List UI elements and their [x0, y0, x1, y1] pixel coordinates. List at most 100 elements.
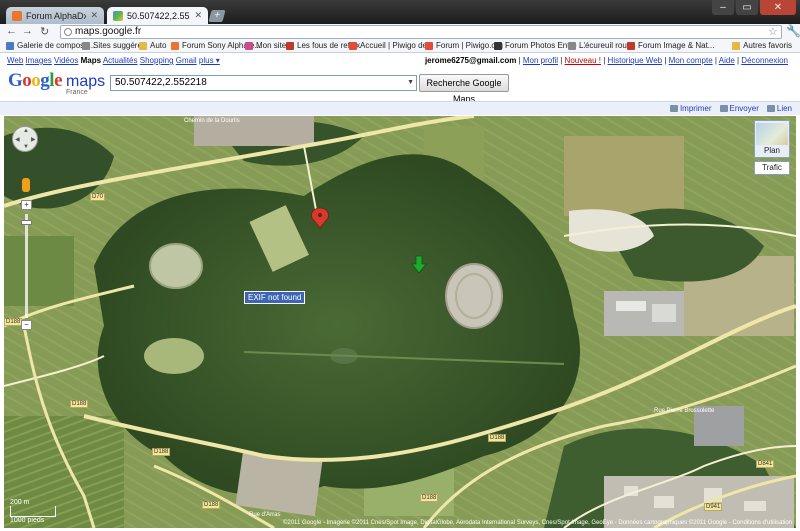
- zoom-track[interactable]: [25, 214, 28, 318]
- road-label: D188: [70, 400, 89, 408]
- nav-more[interactable]: plus ▾: [199, 56, 220, 65]
- close-window-button[interactable]: ✕: [760, 0, 796, 15]
- bookmark-item[interactable]: Mon site: [245, 41, 286, 50]
- bookmark-item[interactable]: Accueil | Piwigo de...: [349, 41, 434, 50]
- scale-bar: 200 m 1000 pieds: [10, 499, 56, 524]
- bookmark-item[interactable]: Sites suggérés: [82, 41, 146, 50]
- bookmark-item[interactable]: L'écureuil roux: [568, 41, 631, 50]
- google-maps-logo[interactable]: Google maps: [8, 70, 105, 92]
- page-icon: [245, 41, 253, 50]
- account-link[interactable]: Mon compte: [669, 56, 713, 65]
- bookmark-item[interactable]: Forum Image & Nat...: [627, 41, 714, 50]
- print-icon: [669, 105, 678, 113]
- new-link[interactable]: Nouveau !: [565, 56, 601, 65]
- pan-down-icon[interactable]: ▼: [23, 144, 29, 150]
- pan-right-icon[interactable]: ▶: [31, 136, 36, 143]
- zoom-control: + −: [21, 200, 32, 330]
- url-text: maps.google.fr: [75, 26, 142, 37]
- page-icon: [349, 41, 357, 50]
- logo-letter: g: [40, 70, 50, 91]
- page-icon: [627, 41, 635, 50]
- logo-letter: e: [54, 70, 62, 91]
- logo-letter: o: [31, 70, 41, 91]
- new-tab-button[interactable]: +: [208, 10, 226, 22]
- page-icon: [286, 41, 294, 50]
- bookmark-item[interactable]: Forum | Piwigo.org: [425, 41, 503, 50]
- pegman-icon[interactable]: [22, 178, 30, 192]
- tab-close-icon[interactable]: ✕: [90, 10, 98, 21]
- map-action-bar: Imprimer Envoyer Lien: [0, 101, 800, 115]
- satellite-map[interactable]: D70 D188 D188 D188 D188 D188 D188 D841 D…: [4, 116, 796, 528]
- pan-left-icon[interactable]: ◀: [15, 136, 20, 143]
- tab-close-icon[interactable]: ✕: [194, 10, 202, 21]
- tab-forum[interactable]: Forum AlphaDxD - Cons... ✕: [6, 7, 104, 24]
- chevron-down-icon[interactable]: ▼: [407, 76, 414, 90]
- search-value: 50.507422,2.552218: [115, 77, 207, 88]
- map-type-button[interactable]: Plan: [754, 120, 790, 158]
- window-controls: – ▭ ✕: [712, 0, 796, 15]
- pan-control[interactable]: ▲ ▼ ◀ ▶: [12, 126, 38, 152]
- tab-maps[interactable]: 50.507422,2.552218 - Goo... ✕: [107, 7, 208, 24]
- traffic-button[interactable]: Trafic: [754, 161, 790, 175]
- back-arrow-icon[interactable]: ←: [6, 25, 17, 37]
- road-label: D188: [202, 501, 221, 509]
- road-label: D188: [4, 318, 23, 326]
- minimize-button[interactable]: –: [712, 0, 734, 15]
- search-input[interactable]: 50.507422,2.552218 ▼: [110, 75, 417, 91]
- nav-web[interactable]: Web: [7, 56, 23, 65]
- address-bar[interactable]: maps.google.fr: [60, 25, 782, 39]
- maps-favicon-icon: [113, 10, 123, 21]
- nav-news[interactable]: Actualités: [103, 56, 138, 65]
- bookmarks-bar: Galerie de composa... Sites suggérés Aut…: [0, 39, 800, 53]
- other-bookmarks[interactable]: Autres favoris: [732, 41, 792, 50]
- page-icon: [82, 41, 90, 50]
- maximize-button[interactable]: ▭: [736, 0, 758, 15]
- page-icon: [494, 41, 502, 50]
- zoom-out-button[interactable]: −: [21, 320, 32, 330]
- road-label: D941: [704, 503, 723, 511]
- logout-link[interactable]: Déconnexion: [741, 56, 788, 65]
- map-copyright: ©2011 Google - Imagerie ©2011 Cnes/Spot …: [282, 520, 792, 526]
- nav-maps: Maps: [80, 56, 102, 65]
- history-link[interactable]: Historique Web: [608, 56, 663, 65]
- forward-arrow-icon[interactable]: →: [22, 25, 33, 37]
- tab-title: Forum AlphaDxD - Cons...: [26, 10, 87, 21]
- map-thumbnail: [756, 123, 788, 145]
- profile-link[interactable]: Mon profil: [523, 56, 558, 65]
- reload-icon[interactable]: ↻: [40, 25, 49, 38]
- browser-toolbar: ← → ↻ maps.google.fr ☆ 🔧: [0, 24, 800, 39]
- place-label: Rue d'Arras: [249, 512, 281, 518]
- print-action[interactable]: Imprimer: [669, 104, 712, 113]
- search-button[interactable]: Recherche Google Maps: [419, 74, 509, 104]
- user-email: jerome6275@gmail.com: [424, 56, 517, 65]
- page-icon: [568, 41, 576, 50]
- nav-videos[interactable]: Vidéos: [54, 56, 78, 65]
- zoom-slider-handle[interactable]: [21, 220, 32, 225]
- google-nav-links: Web Images Vidéos Maps Actualités Shoppi…: [7, 56, 220, 65]
- bookmark-star-icon[interactable]: ☆: [768, 25, 778, 38]
- folder-icon: [732, 41, 741, 50]
- map-type-label: Plan: [763, 146, 780, 155]
- nav-gmail[interactable]: Gmail: [176, 56, 197, 65]
- bookmark-item[interactable]: Auto: [139, 41, 166, 50]
- nav-shopping[interactable]: Shopping: [140, 56, 174, 65]
- road-label: D841: [756, 460, 775, 468]
- help-link[interactable]: Aide: [719, 56, 735, 65]
- satellite-imagery: [4, 116, 796, 528]
- road-label: D70: [90, 193, 106, 201]
- send-action[interactable]: Envoyer: [719, 104, 759, 113]
- globe-icon: [64, 28, 72, 36]
- wrench-menu-icon[interactable]: 🔧: [786, 24, 800, 38]
- nav-images[interactable]: Images: [26, 56, 52, 65]
- link-action[interactable]: Lien: [766, 104, 792, 113]
- page-icon: [6, 41, 14, 50]
- map-actions: Imprimer Envoyer Lien: [669, 104, 792, 113]
- exif-badge: EXIF not found: [244, 291, 306, 304]
- road-label: D188: [420, 494, 439, 502]
- page-icon: [425, 41, 433, 50]
- zoom-in-button[interactable]: +: [21, 200, 32, 210]
- pan-up-icon[interactable]: ▲: [23, 128, 29, 134]
- google-logo-word: Google: [8, 70, 62, 91]
- folder-icon: [139, 41, 147, 50]
- tab-title: 50.507422,2.552218 - Goo...: [127, 10, 190, 21]
